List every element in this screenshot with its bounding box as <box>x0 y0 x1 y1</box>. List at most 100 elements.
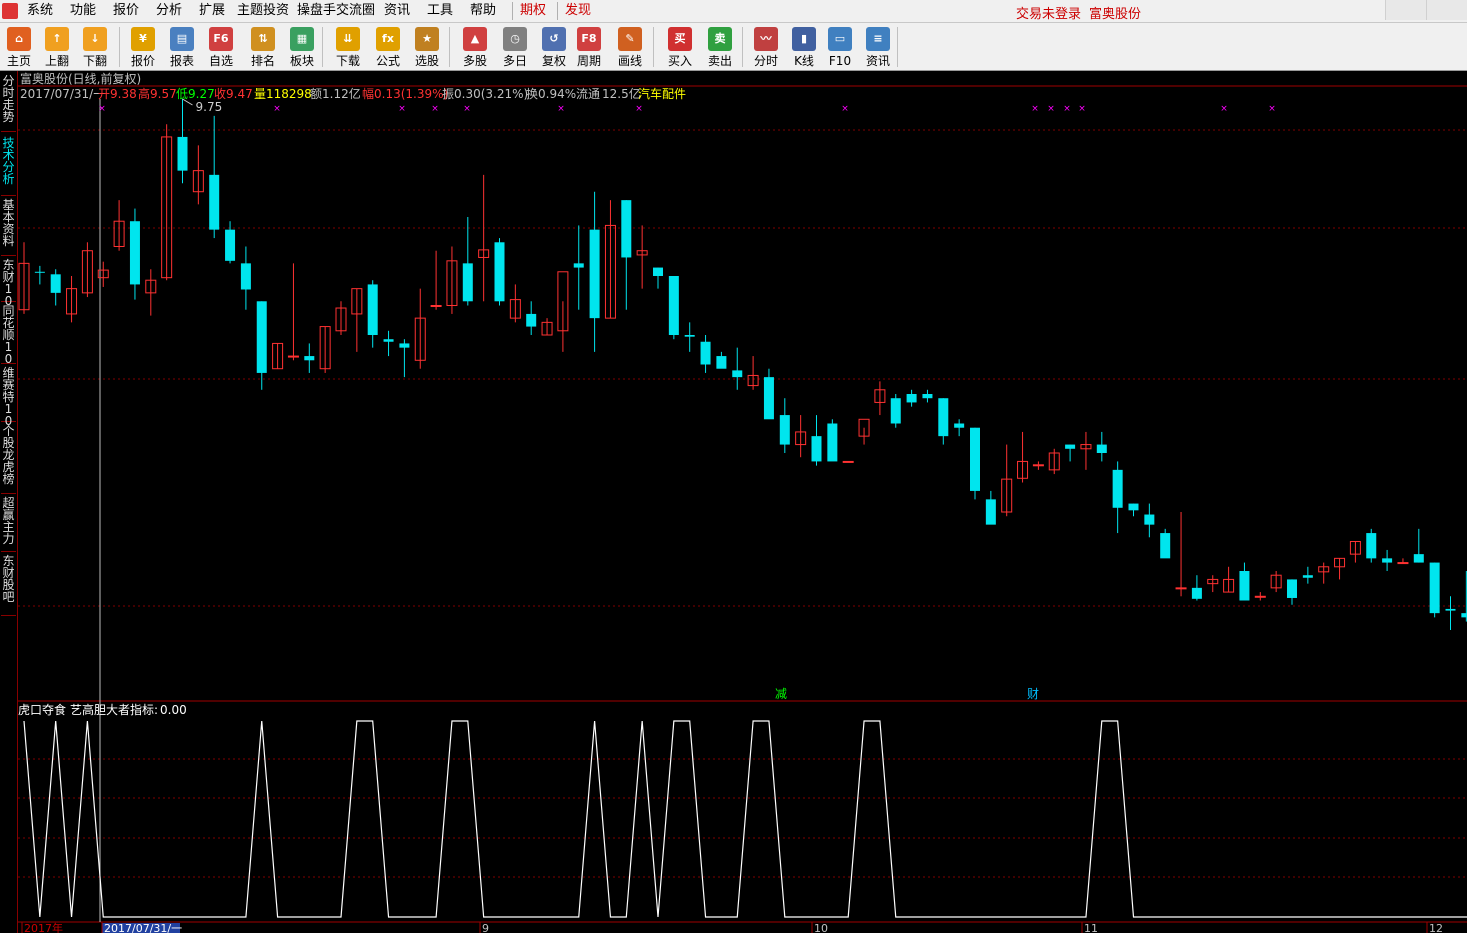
quote-amount: 1.12亿 <box>322 86 361 101</box>
toolbar-button-21[interactable]: ≡ 资讯 <box>859 25 897 69</box>
quote-industry: 汽车配件 <box>638 86 686 101</box>
event-cross-icon: × <box>273 104 281 114</box>
menu-item[interactable]: 帮助 <box>470 3 496 19</box>
toolbar-button-label: 选股 <box>414 54 439 68</box>
menu-item-discover[interactable]: 发现 <box>565 3 591 19</box>
event-tag-finance: 财 <box>1027 687 1039 701</box>
toolbar-button-13[interactable]: ↺ 复权 <box>535 25 573 69</box>
f8-icon: F8 <box>577 27 601 51</box>
toolbar-button-11[interactable]: ▲ 多股 <box>456 25 494 69</box>
quote-close: 9.47 <box>226 87 253 101</box>
app-logo-icon <box>2 3 18 19</box>
toolbar-divider <box>653 27 654 67</box>
toolbar-button-14[interactable]: F8 周期 <box>570 25 608 69</box>
quote-vol-label: 量 <box>254 87 266 101</box>
menu-item[interactable]: 资讯 <box>384 3 410 19</box>
menu-item[interactable]: 报价 <box>113 3 139 19</box>
menu-item[interactable]: 系统 <box>27 3 53 19</box>
side-tab[interactable]: 同花顺10 <box>1 305 16 365</box>
toolbar-button-1[interactable]: ↑ 上翻 <box>38 25 76 69</box>
multi-stock-icon: ▲ <box>463 27 487 51</box>
yen-icon: ¥ <box>131 27 155 51</box>
kline-chart-area[interactable]: 9.75× × × × × × × × × × × × × ×减 财2017/07/31/一开 9.38 高 9.… <box>18 71 1467 933</box>
menu-item-options[interactable]: 期权 <box>520 3 546 19</box>
menu-item[interactable]: 扩展 <box>199 3 225 19</box>
quote-close-label: 收 <box>214 87 226 101</box>
xaxis-label: 2017年 <box>24 921 63 933</box>
candle-body <box>938 398 949 437</box>
candle-body <box>287 355 299 358</box>
toolbar-button-label: 画线 <box>617 54 642 68</box>
candle-body <box>763 377 774 420</box>
toolbar-button-0[interactable]: ⌂ 主页 <box>0 25 38 69</box>
menu-item[interactable]: 分析 <box>156 3 182 19</box>
indicator-name: 虎口夺食 <box>18 702 66 717</box>
quote-amp-label: 振 <box>442 87 454 101</box>
quote-high: 9.57 <box>150 87 177 101</box>
toolbar-button-7[interactable]: ▦ 板块 <box>283 25 321 69</box>
toolbar-button-label: F10 <box>828 54 852 68</box>
candle-body <box>462 263 473 302</box>
toolbar-button-3[interactable]: ¥ 报价 <box>124 25 162 69</box>
toolbar-button-9[interactable]: fx 公式 <box>369 25 407 69</box>
side-tab[interactable]: 东财10 <box>1 259 16 307</box>
login-status[interactable]: 交易未登录 <box>1016 3 1081 22</box>
toolbar-button-8[interactable]: ⇊ 下载 <box>329 25 367 69</box>
indicator-series-line <box>23 720 1467 918</box>
menu-item[interactable]: 主题投资 <box>237 3 289 19</box>
candle-body <box>954 423 965 428</box>
side-tab[interactable]: 分时走势 <box>1 75 16 132</box>
xaxis-label: 12 <box>1429 922 1443 933</box>
xaxis-label: 9 <box>482 922 489 933</box>
toolbar-button-17[interactable]: 卖卖出 <box>701 25 739 69</box>
toolbar-button-18[interactable]: 〰分时 <box>747 25 785 69</box>
toolbar-button-10[interactable]: ★ 选股 <box>408 25 446 69</box>
toolbar-button-6[interactable]: ⇅ 排名 <box>244 25 282 69</box>
candle-body <box>430 305 442 307</box>
download-icon: ⇊ <box>336 27 360 51</box>
candle-body <box>383 339 394 342</box>
candle-body <box>1144 514 1155 525</box>
toolbar-button-label: 分时 <box>753 54 778 68</box>
close-button[interactable] <box>1426 0 1467 20</box>
menu-bar: 系统 功能 报价 分析 扩展 主题投资 操盘手交流圈 资讯 工具 帮助 期权 发现 交易未登录 富奥股… <box>0 0 1467 23</box>
toolbar-button-5[interactable]: F6 自选 <box>202 25 240 69</box>
toolbar-button-20[interactable]: ▭ F10 <box>821 25 859 69</box>
candle-body <box>1175 587 1187 590</box>
menu-item[interactable]: 工具 <box>427 3 453 19</box>
toolbar-button-19[interactable]: ▮ K线 <box>785 25 823 69</box>
toolbar-button-label: 报表 <box>169 54 194 68</box>
menu-item[interactable]: 操盘手交流圈 <box>297 3 375 19</box>
toolbar-button-4[interactable]: ▤ 报表 <box>163 25 201 69</box>
toolbar-button-15[interactable]: ✎ 画线 <box>611 25 649 69</box>
candle-body <box>526 313 537 327</box>
candle-body <box>304 356 315 361</box>
toolbar-button-label: 多日 <box>502 54 527 68</box>
menu-item[interactable]: 功能 <box>70 3 96 19</box>
toolbar-button-label: 公式 <box>375 54 400 68</box>
quote-low-label: 低 <box>176 87 188 101</box>
quote-float-label: 流通 <box>576 87 600 101</box>
formula-icon: fx <box>376 27 400 51</box>
side-tab[interactable]: 基本资料 <box>1 199 16 256</box>
candle-body <box>1032 464 1044 467</box>
side-tab[interactable]: 技术分析 <box>1 137 16 196</box>
side-tab[interactable]: 东财股吧 <box>1 555 16 616</box>
candle-body <box>129 221 140 285</box>
menu-divider <box>512 2 513 20</box>
toolbar-button-label: 复权 <box>541 54 566 68</box>
side-tab[interactable]: 超赢主力 <box>1 497 16 552</box>
candle-body <box>1096 444 1107 453</box>
event-tag-reduce: 减 <box>775 687 787 701</box>
report-icon: ▤ <box>170 27 194 51</box>
toolbar-button-12[interactable]: ◷ 多日 <box>496 25 534 69</box>
side-tab[interactable]: 个股龙虎榜 <box>1 425 16 494</box>
event-cross-icon: × <box>98 104 106 114</box>
candle-body <box>621 200 632 258</box>
minimize-button[interactable] <box>1385 0 1426 20</box>
toolbar-button-2[interactable]: ↓ 下翻 <box>76 25 114 69</box>
side-tab[interactable]: 维赛特10 <box>1 367 16 427</box>
xaxis-label: 10 <box>814 922 828 933</box>
toolbar-button-16[interactable]: 买买入 <box>661 25 699 69</box>
event-cross-icon: × <box>1078 104 1086 114</box>
